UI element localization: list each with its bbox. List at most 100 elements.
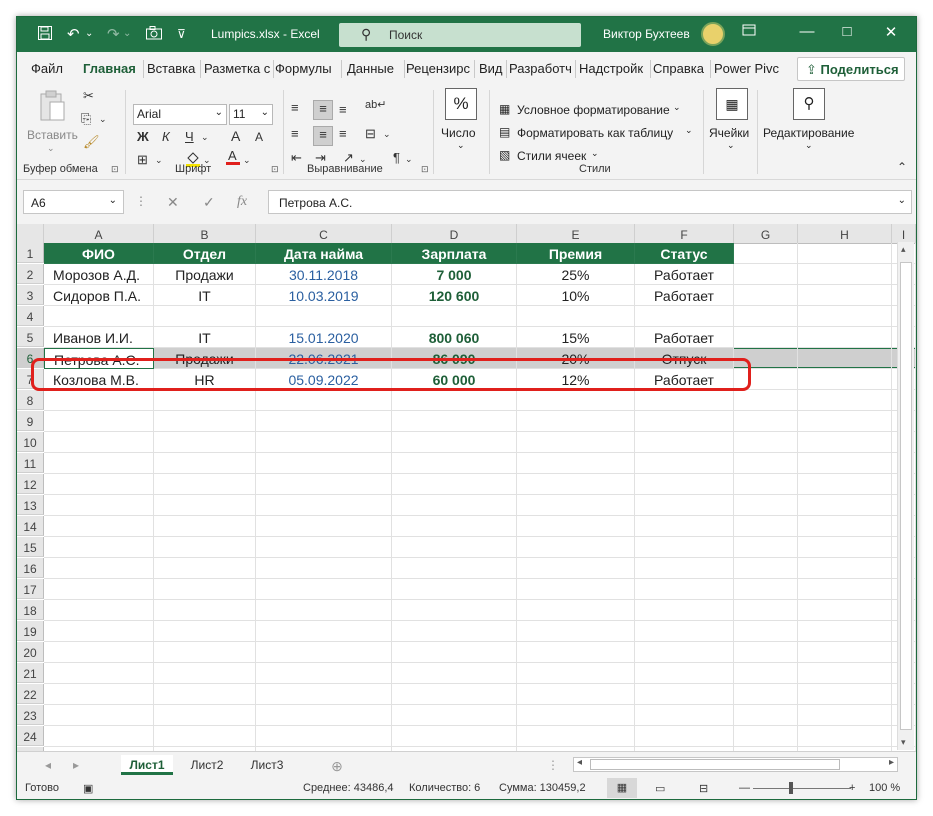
cell[interactable] bbox=[635, 705, 734, 726]
cancel-icon[interactable]: ✕ bbox=[167, 194, 179, 211]
cell[interactable] bbox=[392, 411, 517, 432]
row-header-14[interactable]: 14 bbox=[17, 516, 44, 536]
cell[interactable] bbox=[734, 705, 798, 726]
share-button[interactable]: ⇪ Поделиться bbox=[797, 57, 905, 81]
restore-button[interactable]: □ bbox=[835, 23, 859, 40]
cell[interactable] bbox=[517, 621, 635, 642]
table-header-cell[interactable]: Статус bbox=[635, 243, 734, 264]
cell[interactable] bbox=[44, 726, 154, 747]
camera-icon[interactable] bbox=[145, 25, 163, 45]
conditional-formatting-button[interactable]: ▦ Условное форматирование ⌄ bbox=[499, 102, 689, 120]
cell[interactable] bbox=[734, 621, 798, 642]
wrap-text-icon[interactable]: ab↵ bbox=[365, 98, 386, 111]
shrink-font-button[interactable]: A bbox=[255, 130, 263, 144]
align-center-icon[interactable]: ≡ bbox=[313, 126, 333, 146]
cell[interactable] bbox=[392, 579, 517, 600]
cell[interactable] bbox=[256, 495, 392, 516]
cell[interactable] bbox=[635, 642, 734, 663]
table-header-cell[interactable]: Зарплата bbox=[392, 243, 517, 264]
cell[interactable] bbox=[635, 495, 734, 516]
format-as-table-button[interactable]: ▤ Форматировать как таблицу ⌄ bbox=[499, 125, 699, 143]
cell[interactable] bbox=[392, 537, 517, 558]
cell[interactable] bbox=[256, 684, 392, 705]
cell[interactable] bbox=[798, 327, 892, 348]
font-color-icon[interactable]: A bbox=[225, 148, 241, 169]
table-cell[interactable] bbox=[154, 306, 256, 327]
table-cell[interactable]: Работает bbox=[635, 264, 734, 285]
cell[interactable] bbox=[517, 537, 635, 558]
cell[interactable] bbox=[734, 243, 798, 264]
cell[interactable] bbox=[798, 726, 892, 747]
cell[interactable] bbox=[517, 495, 635, 516]
cell[interactable] bbox=[734, 684, 798, 705]
cell[interactable] bbox=[734, 516, 798, 537]
merge-dropdown-icon[interactable]: ⌄ bbox=[383, 129, 391, 140]
cell[interactable] bbox=[154, 726, 256, 747]
cell[interactable] bbox=[154, 579, 256, 600]
row-header-10[interactable]: 10 bbox=[17, 432, 44, 452]
sheet-tab-3[interactable]: Лист3 bbox=[239, 755, 295, 775]
cell[interactable] bbox=[44, 537, 154, 558]
redo-icon[interactable]: ↷ bbox=[107, 25, 120, 43]
cell[interactable] bbox=[256, 453, 392, 474]
column-header-i[interactable]: I bbox=[892, 224, 916, 244]
scroll-left-icon[interactable]: ◂ bbox=[41, 755, 55, 775]
cell[interactable] bbox=[392, 390, 517, 411]
row-header-4[interactable]: 4 bbox=[17, 306, 44, 326]
cell[interactable] bbox=[44, 621, 154, 642]
cell[interactable] bbox=[517, 642, 635, 663]
cell[interactable] bbox=[154, 495, 256, 516]
cell[interactable] bbox=[154, 390, 256, 411]
cell[interactable] bbox=[635, 474, 734, 495]
cell[interactable] bbox=[44, 663, 154, 684]
cell[interactable] bbox=[392, 453, 517, 474]
cell[interactable] bbox=[256, 474, 392, 495]
borders-dropdown-icon[interactable]: ⌄ bbox=[155, 155, 163, 166]
table-header-cell[interactable]: Премия bbox=[517, 243, 635, 264]
cell[interactable] bbox=[256, 432, 392, 453]
cell[interactable] bbox=[635, 621, 734, 642]
cells-button[interactable]: ▦ Ячейки ⌄ bbox=[709, 88, 755, 160]
table-cell[interactable]: IT bbox=[154, 285, 256, 306]
cell[interactable] bbox=[256, 705, 392, 726]
cell[interactable] bbox=[154, 411, 256, 432]
avatar[interactable] bbox=[701, 22, 725, 46]
cell[interactable] bbox=[798, 621, 892, 642]
cell[interactable] bbox=[44, 642, 154, 663]
cell[interactable] bbox=[798, 306, 892, 327]
cell[interactable] bbox=[392, 663, 517, 684]
table-cell[interactable] bbox=[635, 306, 734, 327]
cell[interactable] bbox=[256, 642, 392, 663]
cell[interactable] bbox=[517, 390, 635, 411]
cell[interactable] bbox=[44, 390, 154, 411]
cell[interactable] bbox=[44, 684, 154, 705]
row-header-24[interactable]: 24 bbox=[17, 726, 44, 746]
select-all-corner[interactable] bbox=[17, 224, 44, 244]
cell[interactable] bbox=[44, 558, 154, 579]
cell[interactable] bbox=[798, 495, 892, 516]
cell[interactable] bbox=[154, 621, 256, 642]
cell[interactable] bbox=[392, 600, 517, 621]
copy-dropdown-icon[interactable]: ⌄ bbox=[99, 114, 107, 125]
cell[interactable] bbox=[154, 516, 256, 537]
cell[interactable] bbox=[798, 369, 892, 390]
table-cell[interactable]: 10.03.2019 bbox=[256, 285, 392, 306]
table-cell[interactable]: 10% bbox=[517, 285, 635, 306]
table-cell[interactable]: Работает bbox=[635, 327, 734, 348]
table-cell[interactable]: IT bbox=[154, 327, 256, 348]
clipboard-launcher-icon[interactable]: ⊡ bbox=[111, 164, 119, 175]
cell[interactable] bbox=[734, 411, 798, 432]
font-name-select[interactable]: Arial ⌄ bbox=[133, 104, 227, 125]
italic-button[interactable]: К bbox=[162, 129, 170, 144]
tab-developer[interactable]: Разработч bbox=[509, 61, 573, 76]
table-cell[interactable]: 120 600 bbox=[392, 285, 517, 306]
cell[interactable] bbox=[392, 516, 517, 537]
merge-center-icon[interactable]: ⊟ bbox=[365, 126, 376, 142]
zoom-level[interactable]: 100 % bbox=[869, 782, 900, 794]
cell[interactable] bbox=[256, 726, 392, 747]
row-header-13[interactable]: 13 bbox=[17, 495, 44, 515]
column-header-c[interactable]: C bbox=[256, 224, 392, 244]
cell[interactable] bbox=[392, 642, 517, 663]
save-icon[interactable] bbox=[37, 25, 53, 45]
cell[interactable] bbox=[154, 600, 256, 621]
